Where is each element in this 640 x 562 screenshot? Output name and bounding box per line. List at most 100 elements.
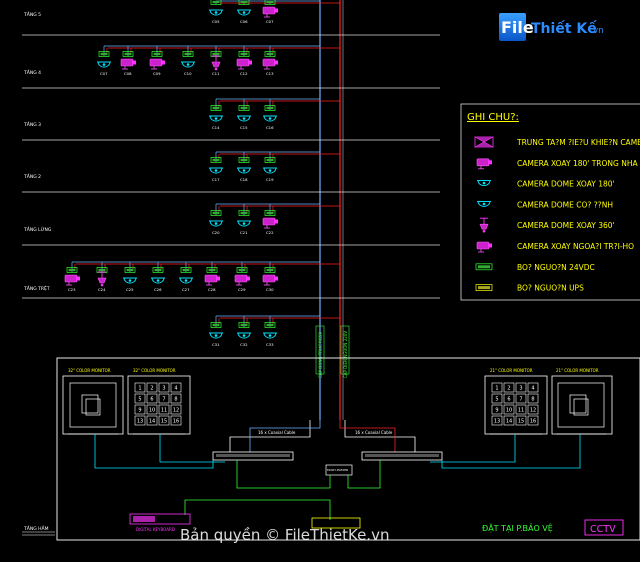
- legend-item-text: CAMERA DOME CO? ??NH: [517, 200, 613, 209]
- camera-tag: C06: [240, 19, 248, 24]
- camera-tag: C07: [266, 19, 274, 24]
- camera-tag: C09: [153, 71, 161, 76]
- floor-label-4: TẦNG 4: [23, 68, 41, 76]
- legend-item-dome-360: CAMERA DOME XOAY 360': [479, 217, 615, 233]
- svg-text:1: 1: [138, 386, 141, 392]
- svg-text:8: 8: [531, 397, 534, 403]
- legend-item-dome-180: CAMERA DOME XOAY 180': [477, 180, 615, 189]
- svg-text:13: 13: [137, 419, 143, 425]
- grid-cell: 14: [503, 415, 515, 426]
- camera-tag: C21: [240, 230, 248, 235]
- grid-cell: 1: [134, 382, 146, 393]
- camera-tag: C20: [212, 230, 220, 235]
- dome-180-icon: [477, 180, 491, 187]
- control-center-icon: [474, 136, 494, 148]
- location-label: ĐẶT TẠI P.BẢO VỆ: [482, 522, 553, 534]
- camera-tag: C22: [266, 230, 274, 235]
- camera-5-2: C25: [123, 262, 137, 292]
- grid-cell: 16: [527, 415, 539, 426]
- camera-tag: C11: [212, 71, 220, 76]
- svg-text:13: 13: [494, 419, 500, 425]
- monitor-right-2-label: 21" COLOR MONITOR: [556, 368, 599, 373]
- camera-1-2: C09: [149, 46, 165, 76]
- camera-1-6: C13: [262, 46, 278, 76]
- grid-cell: 15: [158, 415, 170, 426]
- legend-title: GHI CHU?:: [467, 112, 519, 123]
- logo-domain: .vn: [590, 26, 604, 36]
- grid-cell: 9: [134, 404, 146, 415]
- camera-4-2: C22: [262, 204, 278, 235]
- monitor-right-2: [551, 375, 613, 435]
- grid-cell: 5: [491, 393, 503, 404]
- camera-tag: C10: [184, 71, 192, 76]
- camera-0-2: C07: [262, 0, 278, 24]
- camera-1-4: C11: [210, 46, 222, 76]
- svg-text:11: 11: [161, 408, 167, 414]
- power-24v-icon: [475, 263, 493, 271]
- cable-label-right: 16 x Coaxial Cable: [355, 430, 393, 435]
- grid-cell: 3: [158, 382, 170, 393]
- svg-text:12: 12: [173, 408, 179, 414]
- legend-item-dome-fixed: CAMERA DOME CO? ??NH: [477, 200, 613, 209]
- grid-cell: 1: [491, 382, 503, 393]
- camera-tag: C27: [182, 287, 190, 292]
- cable-label-left: 16 x Coaxial Cable: [258, 430, 296, 435]
- power-ups-icon: [475, 284, 493, 291]
- camera-tag: C25: [126, 287, 134, 292]
- legend-item-text: BO? NGUO?N 24VDC: [517, 263, 595, 272]
- floor-label-ground: TẦNG TRỆT: [23, 284, 50, 292]
- grid-cell: 5: [134, 393, 146, 404]
- grid-cell: 8: [170, 393, 182, 404]
- legend-item-outdoor-ptz: CAMERA XOAY NGOA?I TR?I-HO: [476, 241, 634, 253]
- watermark-footer: Bản quyền © FileThietKe.vn: [180, 526, 389, 544]
- svg-text:16: 16: [530, 419, 536, 425]
- monitor-left-1: [62, 375, 124, 435]
- grid-cell: 6: [146, 393, 158, 404]
- camera-tag: C33: [266, 342, 274, 347]
- camera-0-1: C06: [237, 0, 251, 24]
- logo-rest: Thiết Kế: [531, 20, 597, 37]
- legend-panel: GHI CHU?: TRUNG TA?M ?IE?U KHIE?N CAME CA…: [460, 103, 640, 301]
- svg-text:10: 10: [506, 408, 512, 414]
- multiplexer-label: MULTI-PLEXER: [327, 468, 348, 472]
- camera-3-1: C18: [237, 152, 251, 182]
- svg-text:5: 5: [138, 397, 141, 403]
- camera-tag: C30: [266, 287, 274, 292]
- grid-cell: 6: [503, 393, 515, 404]
- logo-file: File: [501, 18, 534, 37]
- camera-5-4: C27: [179, 262, 193, 292]
- camera-5-3: C26: [151, 262, 165, 292]
- legend-item-text: CAMERA DOME XOAY 360': [517, 221, 615, 230]
- riser-label-right: CAP DIEN NGUON 220V: [343, 331, 348, 378]
- svg-text:15: 15: [161, 419, 167, 425]
- camera-0-0: C05: [209, 0, 223, 24]
- camera-tag: C12: [240, 71, 248, 76]
- svg-text:3: 3: [519, 386, 522, 392]
- legend-item-text: TRUNG TA?M ?IE?U KHIE?N CAME: [516, 138, 640, 147]
- camera-row-1: C07 C08 C09 C10 C11 C12 C13: [97, 45, 340, 76]
- grid-cell: 14: [146, 415, 158, 426]
- camera-5-5: C28: [204, 262, 220, 292]
- grid-cell: 15: [515, 415, 527, 426]
- svg-text:8: 8: [174, 397, 177, 403]
- camera-tag: C07: [100, 71, 108, 76]
- camera-tag: C05: [212, 19, 220, 24]
- camera-tag: C15: [240, 125, 248, 130]
- camera-tag: C18: [240, 177, 248, 182]
- svg-text:10: 10: [149, 408, 155, 414]
- floor-label-basement: TẦNG HẦM: [23, 524, 49, 532]
- dome-360-icon: [479, 217, 489, 233]
- svg-text:9: 9: [138, 408, 141, 414]
- camera-tag: C13: [266, 71, 274, 76]
- grid-cell: 8: [527, 393, 539, 404]
- watermark-logo: File Thiết Kế .vn: [499, 13, 604, 41]
- camera-2-0: C14: [209, 99, 223, 130]
- svg-text:11: 11: [518, 408, 524, 414]
- legend-item-control-center: TRUNG TA?M ?IE?U KHIE?N CAME: [474, 136, 640, 148]
- monitor-left-2-label: 32" COLOR MONITOR: [133, 368, 176, 373]
- grid-cell: 4: [170, 382, 182, 393]
- svg-text:2: 2: [507, 386, 510, 392]
- grid-cell: 4: [527, 382, 539, 393]
- grid-cell: 13: [491, 415, 503, 426]
- grid-cell: 13: [134, 415, 146, 426]
